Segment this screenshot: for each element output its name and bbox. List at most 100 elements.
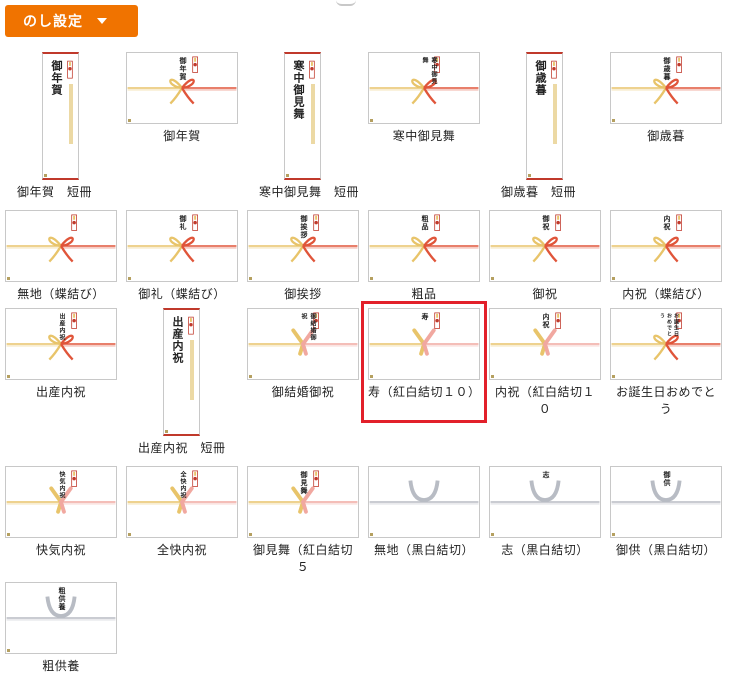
noshi-caption: 寒中御見舞 短冊: [259, 185, 360, 199]
noshi-caption: 志（黒白結切）: [501, 543, 589, 557]
mizuhiki-knot: [369, 480, 479, 505]
noshi-settings-button[interactable]: のし設定: [5, 5, 138, 37]
noshi-thumbnail[interactable]: 全快内祝: [126, 466, 238, 538]
noshi-caption: 御年賀 短冊: [17, 185, 93, 199]
noshi-omote-text: 御年賀: [179, 57, 188, 81]
noshi-settings-label: のし設定: [23, 14, 83, 30]
noshi-item[interactable]: 御供御供（黒白結切）: [610, 466, 722, 574]
noshi-omote-text: 御歳暮: [534, 60, 547, 96]
noshi-omote-text: 御供: [663, 471, 672, 487]
noshi-thumbnail[interactable]: 御挨拶: [247, 210, 359, 282]
noshi-thumbnail[interactable]: 快気内祝: [5, 466, 117, 538]
noshi-thumbnail[interactable]: 御歳暮: [610, 52, 722, 124]
noshi-thumbnail[interactable]: [368, 466, 480, 538]
noshi-item[interactable]: 御挨拶 御挨拶: [247, 210, 359, 318]
noshi-item[interactable]: 寿寿（紅白結切１０）: [361, 301, 487, 423]
noshi-caption: 粗品: [411, 287, 437, 301]
noshi-thumbnail[interactable]: お誕生日おめでとう: [610, 308, 722, 380]
noshi-item[interactable]: 御礼 御礼（蝶結び）: [126, 210, 238, 318]
corner-mark: [612, 119, 615, 122]
corner-mark: [7, 649, 10, 652]
noshi-caption: 寿（紅白結切１０）: [368, 385, 481, 399]
noshi-ornament-icon: [313, 214, 319, 231]
noshi-ornament-icon: [188, 316, 194, 335]
noshi-item[interactable]: 御年賀御年賀 短冊: [5, 52, 117, 199]
noshi-thumbnail[interactable]: 御歳暮: [526, 52, 563, 180]
noshi-item[interactable]: 御祝 御祝: [489, 210, 601, 318]
noshi-item[interactable]: お誕生日おめでとう お誕生日おめでとう: [610, 308, 722, 416]
noshi-item[interactable]: 御歳暮 御歳暮: [610, 52, 722, 160]
corner-mark: [7, 277, 10, 280]
noshi-omote-text: 御祝: [542, 215, 551, 231]
noshi-thumbnail[interactable]: 寒中御見舞: [284, 52, 321, 180]
noshi-thumbnail[interactable]: 内祝: [489, 308, 601, 380]
noshi-thumbnail[interactable]: [5, 210, 117, 282]
noshi-omote-text: 快気内祝: [58, 471, 65, 499]
noshi-item[interactable]: 出産内祝出産内祝 短冊: [126, 308, 238, 455]
noshi-item[interactable]: 無地（黒白結切）: [368, 466, 480, 574]
mizuhiki-knot: [369, 236, 479, 263]
noshi-item[interactable]: 寒中御見舞 寒中御見舞: [368, 52, 480, 160]
noshi-thumbnail[interactable]: 御見舞: [247, 466, 359, 538]
noshi-thumbnail[interactable]: 御供: [610, 466, 722, 538]
corner-mark: [370, 533, 373, 536]
noshi-thumbnail[interactable]: 出産内祝: [163, 308, 200, 436]
noshi-omote-text: 御礼: [179, 215, 188, 231]
noshi-omote-text: 粗品: [421, 215, 430, 231]
mizuhiki-knot: [6, 236, 116, 263]
noshi-omote-text: 出産内祝: [58, 313, 65, 341]
noshi-caption: 出産内祝 短冊: [138, 441, 226, 455]
noshi-ornament-icon: [555, 214, 561, 231]
mizuhiki-knot: [490, 328, 600, 356]
noshi-item[interactable]: 内祝 内祝（蝶結び）: [610, 210, 722, 318]
noshi-thumbnail[interactable]: 内祝: [610, 210, 722, 282]
noshi-item[interactable]: 内祝内祝（紅白結切１０: [489, 308, 601, 416]
noshi-item[interactable]: 快気内祝 快気内祝: [5, 466, 117, 574]
noshi-omote-text: 粗供養: [58, 587, 67, 611]
noshi-ornament-icon: [192, 214, 198, 231]
noshi-ornament-icon: [309, 60, 315, 79]
mizuhiki-knot: [369, 328, 479, 356]
noshi-omote-text: 寒中御見舞: [421, 57, 437, 85]
noshi-thumbnail[interactable]: 志: [489, 466, 601, 538]
noshi-caption: 内祝（紅白結切１０: [494, 385, 595, 416]
mizuhiki-knot: [611, 334, 721, 361]
corner-mark: [128, 533, 131, 536]
noshi-item[interactable]: 無地（蝶結び）: [5, 210, 117, 318]
noshi-thumbnail[interactable]: 寿: [368, 308, 480, 380]
noshi-thumbnail[interactable]: 粗品: [368, 210, 480, 282]
noshi-thumbnail[interactable]: 御年賀: [126, 52, 238, 124]
noshi-thumbnail[interactable]: 粗供養: [5, 582, 117, 654]
noshi-omote-text: 出産内祝: [171, 316, 184, 364]
noshi-item[interactable]: 寒中御見舞寒中御見舞 短冊: [247, 52, 359, 199]
noshi-item[interactable]: 御歳暮 御歳暮 短冊: [489, 52, 601, 199]
noshi-caption: 御年賀: [163, 129, 201, 143]
noshi-item[interactable]: 御年賀 御年賀: [126, 52, 238, 160]
noshi-item[interactable]: 御結婚御祝 御結婚御祝: [247, 308, 359, 416]
noshi-item[interactable]: 出産内祝 出産内祝: [5, 308, 117, 416]
noshi-thumbnail[interactable]: 御礼: [126, 210, 238, 282]
noshi-thumbnail[interactable]: 御祝: [489, 210, 601, 282]
noshi-item[interactable]: 志志（黒白結切）: [489, 466, 601, 574]
mizuhiki-knot: [248, 236, 358, 263]
corner-mark: [128, 277, 131, 280]
noshi-item[interactable]: 粗供養 粗供養: [5, 582, 117, 690]
noshi-item[interactable]: 粗品 粗品: [368, 210, 480, 318]
noshi-item[interactable]: 御見舞 御見舞（紅白結切５: [247, 466, 359, 574]
noshi-caption: 御供（黒白結切）: [615, 543, 716, 557]
noshi-caption: 御祝: [532, 287, 558, 301]
noshi-thumbnail[interactable]: 御年賀: [42, 52, 79, 180]
corner-mark: [44, 174, 47, 177]
noshi-ornament-icon: [71, 214, 77, 231]
noshi-ornament-icon: [192, 56, 198, 73]
mizuhiki-knot: [127, 236, 237, 263]
noshi-thumbnail[interactable]: 寒中御見舞: [368, 52, 480, 124]
noshi-omote-text: 志: [542, 471, 551, 479]
noshi-ornament-icon: [71, 470, 77, 487]
noshi-thumbnail[interactable]: 御結婚御祝: [247, 308, 359, 380]
noshi-caption: 御歳暮: [647, 129, 685, 143]
corner-mark: [491, 375, 494, 378]
noshi-omote-text: 御歳暮: [663, 57, 672, 81]
noshi-thumbnail[interactable]: 出産内祝: [5, 308, 117, 380]
noshi-item[interactable]: 全快内祝 全快内祝: [126, 466, 238, 574]
